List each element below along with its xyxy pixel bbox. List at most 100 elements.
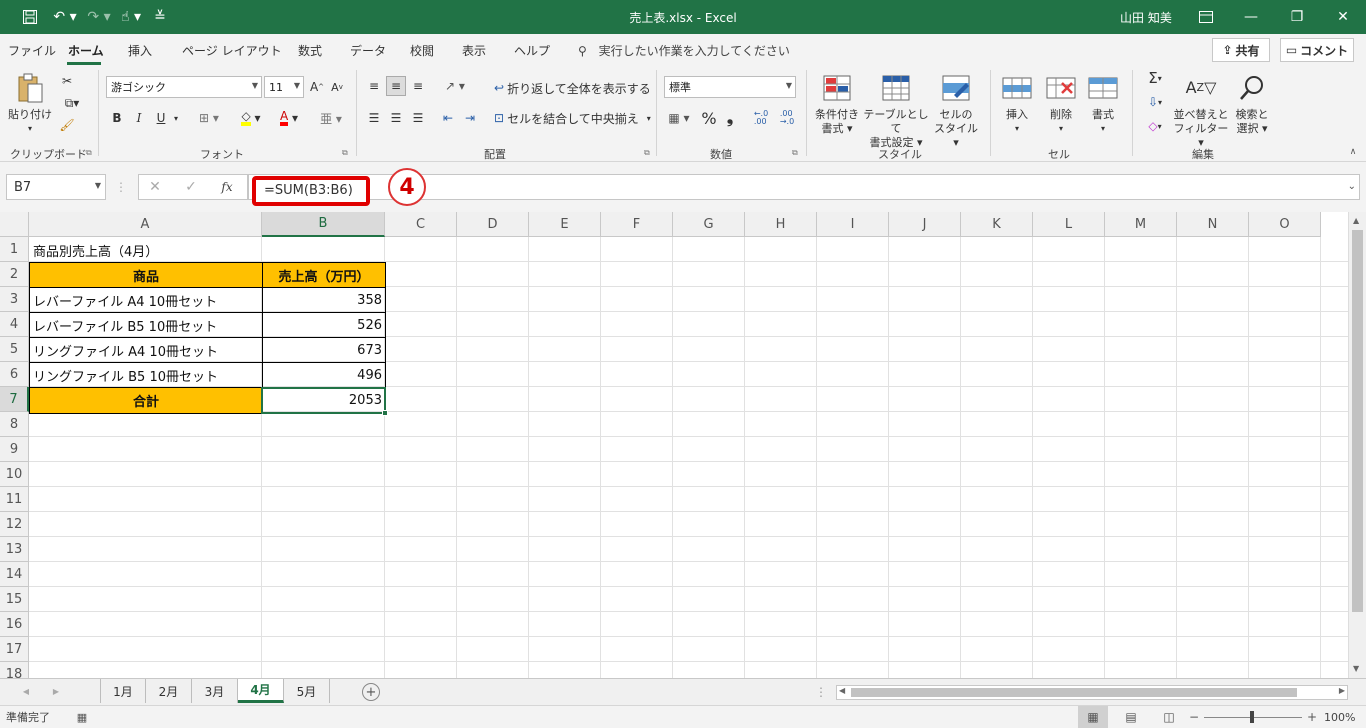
row-header[interactable]: 8: [0, 412, 29, 437]
column-header[interactable]: A: [29, 212, 262, 237]
percent-style-button[interactable]: %: [700, 108, 718, 128]
underline-dropdown-icon[interactable]: ▾: [170, 108, 182, 128]
item-value-cell[interactable]: 496: [262, 362, 386, 388]
row-header[interactable]: 13: [0, 537, 29, 562]
tell-me-search[interactable]: ⚲ 実行したい作業を入力してください: [578, 42, 790, 59]
chevron-down-icon[interactable]: ⌄: [1348, 181, 1356, 192]
column-header[interactable]: C: [385, 212, 457, 237]
italic-button[interactable]: I: [130, 108, 148, 128]
clear-icon[interactable]: ◇ ▾: [1140, 116, 1170, 136]
scroll-right-icon[interactable]: ▶: [1339, 686, 1345, 695]
header-cell-sales[interactable]: 売上高（万円）: [262, 262, 386, 288]
touch-mode-icon[interactable]: ☝ ▾: [116, 7, 146, 27]
increase-decimal-icon[interactable]: ←.0.00: [750, 108, 772, 128]
name-box[interactable]: B7 ▼: [6, 174, 106, 200]
phonetic-guide-icon[interactable]: 亜 ▾: [316, 108, 346, 128]
align-left-icon[interactable]: ☰: [364, 108, 384, 128]
autosum-icon[interactable]: Σ ▾: [1140, 68, 1170, 88]
font-size-select[interactable]: 11 ▼: [264, 76, 304, 98]
row-header[interactable]: 4: [0, 312, 29, 337]
column-header[interactable]: L: [1033, 212, 1105, 237]
column-header[interactable]: D: [457, 212, 529, 237]
column-header[interactable]: E: [529, 212, 601, 237]
fill-handle[interactable]: [382, 410, 388, 416]
row-header[interactable]: 14: [0, 562, 29, 587]
zoom-level[interactable]: 100%: [1324, 709, 1355, 725]
column-header[interactable]: G: [673, 212, 745, 237]
underline-button[interactable]: U: [152, 108, 170, 128]
horizontal-scroll-thumb[interactable]: [851, 688, 1297, 697]
vertical-scrollbar[interactable]: ▲ ▼: [1348, 212, 1366, 678]
row-header[interactable]: 10: [0, 462, 29, 487]
cell-a1[interactable]: 商品別売上高（4月）: [30, 238, 260, 262]
fill-icon[interactable]: ⇩ ▾: [1140, 92, 1170, 112]
vertical-scroll-thumb[interactable]: [1352, 230, 1363, 612]
item-name-cell[interactable]: リングファイル B5 10冊セット: [29, 362, 263, 388]
sheet-tab-jan[interactable]: 1月: [100, 679, 146, 703]
tab-home[interactable]: ホーム: [68, 42, 104, 59]
row-header[interactable]: 9: [0, 437, 29, 462]
align-bottom-icon[interactable]: ≡: [408, 76, 428, 96]
item-value-cell[interactable]: 526: [262, 312, 386, 338]
font-name-select[interactable]: 游ゴシック ▼: [106, 76, 262, 98]
cell-styles-button[interactable]: セルの スタイル ▾: [930, 72, 982, 150]
scroll-up-icon[interactable]: ▲: [1353, 216, 1359, 225]
row-header[interactable]: 17: [0, 637, 29, 662]
delete-cells-button[interactable]: 削除 ▾: [1040, 72, 1082, 136]
number-format-select[interactable]: 標準 ▼: [664, 76, 796, 98]
row-header[interactable]: 3: [0, 287, 29, 312]
orientation-icon[interactable]: ↗ ▾: [440, 76, 470, 96]
zoom-slider-thumb[interactable]: [1250, 711, 1254, 723]
sheet-tab-mar[interactable]: 3月: [192, 679, 238, 703]
row-header[interactable]: 7: [0, 387, 29, 412]
scroll-left-icon[interactable]: ◀: [839, 686, 845, 695]
save-icon[interactable]: [18, 7, 42, 27]
decrease-indent-icon[interactable]: ⇤: [438, 108, 458, 128]
tab-help[interactable]: ヘルプ: [514, 42, 550, 59]
row-header[interactable]: 15: [0, 587, 29, 612]
wrap-text-button[interactable]: ↩ 折り返して全体を表示する: [494, 78, 651, 98]
bold-button[interactable]: B: [108, 108, 126, 128]
align-right-icon[interactable]: ☰: [408, 108, 428, 128]
number-launcher-icon[interactable]: ⧉: [792, 148, 798, 158]
sheet-tab-feb[interactable]: 2月: [146, 679, 192, 703]
header-cell-product[interactable]: 商品: [29, 262, 263, 288]
tab-data[interactable]: データ: [350, 42, 386, 59]
format-cells-button[interactable]: 書式 ▾: [1082, 72, 1124, 136]
font-color-icon[interactable]: A ▾: [272, 108, 306, 128]
confirm-entry-icon[interactable]: ✓: [181, 177, 201, 197]
clipboard-launcher-icon[interactable]: ⧉: [86, 148, 92, 158]
tab-view[interactable]: 表示: [462, 42, 486, 59]
sheet-tab-may[interactable]: 5月: [284, 679, 330, 703]
insert-function-icon[interactable]: fx: [217, 177, 237, 197]
redo-icon[interactable]: ↷ ▾: [84, 7, 114, 27]
customize-qat-icon[interactable]: ≚: [152, 7, 168, 27]
collapse-ribbon-icon[interactable]: ∧: [1346, 146, 1360, 158]
item-name-cell[interactable]: レバーファイル B5 10冊セット: [29, 312, 263, 338]
item-name-cell[interactable]: リングファイル A4 10冊セット: [29, 337, 263, 363]
close-icon[interactable]: ✕: [1320, 0, 1366, 34]
page-layout-view-icon[interactable]: ▤: [1116, 706, 1146, 728]
undo-icon[interactable]: ↶ ▾: [50, 7, 80, 27]
format-painter-icon[interactable]: 🖌: [58, 116, 76, 134]
fill-color-icon[interactable]: ◇ ▾: [234, 108, 268, 128]
restore-icon[interactable]: ❐: [1274, 0, 1320, 34]
decrease-decimal-icon[interactable]: .00 →.0: [776, 108, 798, 128]
select-all-corner[interactable]: [0, 212, 29, 237]
merge-center-button[interactable]: ⊡ セルを結合して中央揃え ▾: [494, 108, 651, 128]
cancel-entry-icon[interactable]: ✕: [145, 177, 165, 197]
align-middle-icon[interactable]: ≡: [386, 76, 406, 96]
row-header[interactable]: 12: [0, 512, 29, 537]
ribbon-display-icon[interactable]: [1196, 7, 1216, 27]
horizontal-scrollbar[interactable]: ◀ ▶: [836, 685, 1348, 700]
normal-view-icon[interactable]: ▦: [1078, 706, 1108, 728]
cut-icon[interactable]: ✂: [58, 72, 76, 90]
paste-button[interactable]: 貼り付け ▾: [6, 72, 54, 136]
page-break-view-icon[interactable]: ◫: [1154, 706, 1184, 728]
item-value-cell[interactable]: 358: [262, 287, 386, 313]
zoom-out-icon[interactable]: −: [1188, 708, 1200, 726]
item-name-cell[interactable]: レバーファイル A4 10冊セット: [29, 287, 263, 313]
sheet-tab-apr[interactable]: 4月: [238, 679, 284, 703]
column-header[interactable]: M: [1105, 212, 1177, 237]
user-name[interactable]: 山田 知美: [1120, 9, 1172, 26]
